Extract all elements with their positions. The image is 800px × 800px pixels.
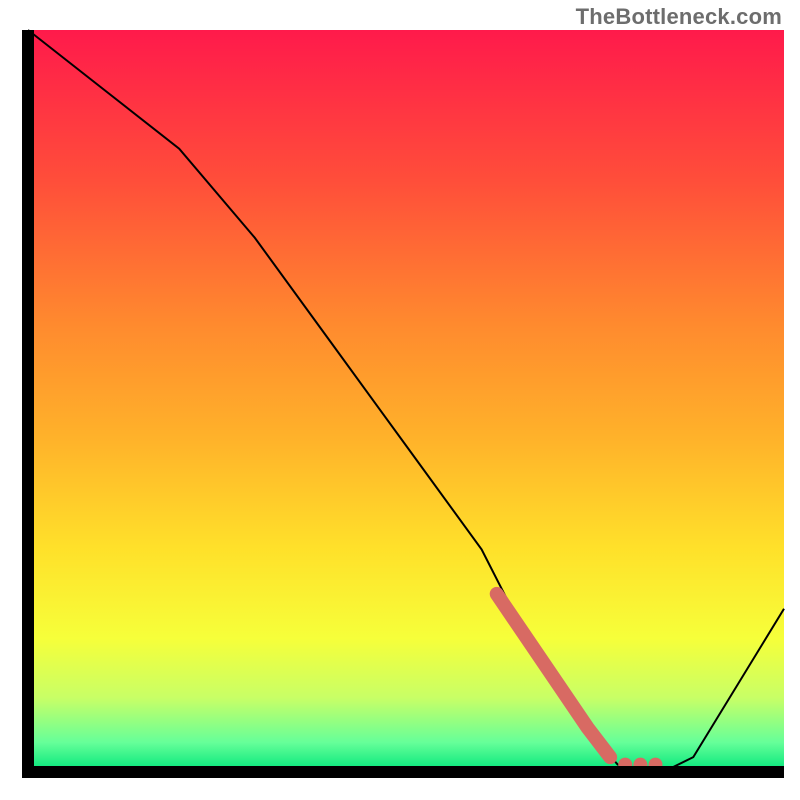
chart-container: TheBottleneck.com	[0, 0, 800, 800]
plot-background	[28, 30, 784, 772]
watermark-label: TheBottleneck.com	[576, 4, 782, 30]
bottleneck-chart	[0, 0, 800, 800]
